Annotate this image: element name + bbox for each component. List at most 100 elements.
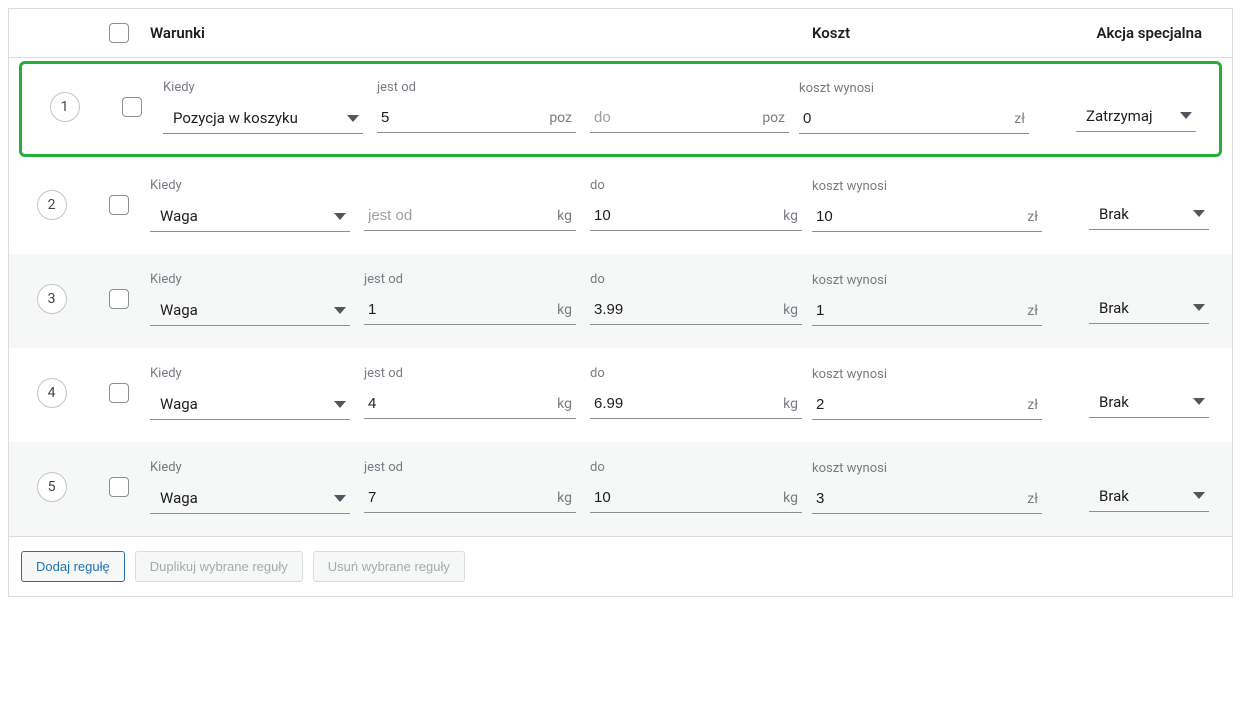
- from-unit: kg: [557, 396, 572, 412]
- chevron-down-icon: [334, 401, 346, 408]
- action-dropdown[interactable]: Brak: [1089, 293, 1209, 324]
- cost-input-wrap[interactable]: zł: [812, 390, 1042, 420]
- from-input[interactable]: [381, 109, 543, 126]
- when-dropdown[interactable]: Waga: [150, 389, 350, 420]
- from-input-wrap[interactable]: kg: [364, 201, 576, 231]
- from-input-wrap[interactable]: kg: [364, 483, 576, 513]
- rule-checkbox[interactable]: [109, 195, 129, 215]
- cost-input-wrap[interactable]: zł: [799, 104, 1029, 134]
- when-label: Kiedy: [150, 272, 350, 287]
- add-rule-button[interactable]: Dodaj regułę: [21, 551, 125, 582]
- header-action: Akcja specjalna: [1062, 24, 1232, 42]
- from-input[interactable]: [368, 489, 551, 506]
- rule-row: 2 Kiedy Waga kg: [9, 160, 1232, 254]
- cost-input[interactable]: [816, 396, 1021, 413]
- to-input-wrap[interactable]: kg: [590, 483, 802, 513]
- cost-unit: zł: [1027, 397, 1038, 413]
- to-unit: kg: [783, 396, 798, 412]
- to-input[interactable]: [594, 395, 777, 412]
- header-conditions: Warunki: [144, 24, 812, 42]
- rule-number-badge: 4: [37, 378, 67, 408]
- to-unit: kg: [783, 302, 798, 318]
- action-value: Brak: [1099, 393, 1129, 411]
- table-header: Warunki Koszt Akcja specjalna: [9, 9, 1232, 58]
- to-input-wrap[interactable]: poz: [590, 103, 789, 133]
- chevron-down-icon: [1193, 304, 1205, 311]
- rule-row: 4 Kiedy Waga jest od kg: [9, 348, 1232, 442]
- to-input[interactable]: [594, 207, 777, 224]
- chevron-down-icon: [1193, 210, 1205, 217]
- cost-input[interactable]: [816, 302, 1021, 319]
- rule-checkbox[interactable]: [109, 289, 129, 309]
- to-label: [590, 80, 789, 95]
- from-input-wrap[interactable]: kg: [364, 295, 576, 325]
- cost-unit: zł: [1027, 491, 1038, 507]
- cost-label: koszt wynosi: [812, 273, 1042, 288]
- when-dropdown[interactable]: Pozycja w koszyku: [163, 103, 363, 134]
- from-input[interactable]: [368, 207, 551, 224]
- cost-label: koszt wynosi: [812, 367, 1042, 382]
- rule-number-badge: 2: [37, 190, 67, 220]
- to-unit: kg: [783, 208, 798, 224]
- duplicate-rules-button[interactable]: Duplikuj wybrane reguły: [135, 551, 303, 582]
- from-unit: poz: [549, 110, 572, 126]
- to-input-wrap[interactable]: kg: [590, 295, 802, 325]
- to-input[interactable]: [594, 489, 777, 506]
- when-dropdown[interactable]: Waga: [150, 295, 350, 326]
- from-input[interactable]: [368, 301, 551, 318]
- cost-input[interactable]: [816, 208, 1021, 225]
- rule-row: 3 Kiedy Waga jest od kg: [9, 254, 1232, 348]
- action-value: Zatrzymaj: [1086, 107, 1153, 125]
- rules-panel: Warunki Koszt Akcja specjalna 1 Kiedy Po…: [8, 8, 1233, 597]
- to-input[interactable]: [594, 109, 756, 126]
- when-dropdown[interactable]: Waga: [150, 201, 350, 232]
- cost-input[interactable]: [816, 490, 1021, 507]
- header-cost: Koszt: [812, 24, 1062, 42]
- rule-number-badge: 3: [37, 284, 67, 314]
- cost-unit: zł: [1014, 111, 1025, 127]
- cost-unit: zł: [1027, 209, 1038, 225]
- from-label: [364, 178, 576, 193]
- cost-input-wrap[interactable]: zł: [812, 202, 1042, 232]
- from-input-wrap[interactable]: kg: [364, 389, 576, 419]
- rule-number-badge: 5: [37, 472, 67, 502]
- rule-checkbox[interactable]: [109, 383, 129, 403]
- rule-checkbox[interactable]: [109, 477, 129, 497]
- action-value: Brak: [1099, 299, 1129, 317]
- action-value: Brak: [1099, 487, 1129, 505]
- rule-checkbox[interactable]: [122, 97, 142, 117]
- action-dropdown[interactable]: Brak: [1089, 387, 1209, 418]
- from-label: jest od: [364, 460, 576, 475]
- to-input-wrap[interactable]: kg: [590, 201, 802, 231]
- cost-unit: zł: [1027, 303, 1038, 319]
- chevron-down-icon: [334, 495, 346, 502]
- from-unit: kg: [557, 208, 572, 224]
- to-input-wrap[interactable]: kg: [590, 389, 802, 419]
- when-value: Waga: [160, 489, 198, 507]
- when-label: Kiedy: [150, 460, 350, 475]
- chevron-down-icon: [347, 115, 359, 122]
- to-unit: kg: [783, 490, 798, 506]
- to-input[interactable]: [594, 301, 777, 318]
- from-label: jest od: [364, 366, 576, 381]
- delete-rules-button[interactable]: Usuń wybrane reguły: [313, 551, 465, 582]
- action-dropdown[interactable]: Brak: [1089, 199, 1209, 230]
- when-value: Waga: [160, 207, 198, 225]
- to-label: do: [590, 366, 802, 381]
- cost-input-wrap[interactable]: zł: [812, 296, 1042, 326]
- when-value: Waga: [160, 395, 198, 413]
- cost-label: koszt wynosi: [812, 179, 1042, 194]
- when-dropdown[interactable]: Waga: [150, 483, 350, 514]
- cost-input[interactable]: [803, 110, 1008, 127]
- from-label: jest od: [364, 272, 576, 287]
- select-all-checkbox[interactable]: [109, 23, 129, 43]
- chevron-down-icon: [334, 213, 346, 220]
- from-unit: kg: [557, 490, 572, 506]
- action-dropdown[interactable]: Zatrzymaj: [1076, 101, 1196, 132]
- from-unit: kg: [557, 302, 572, 318]
- from-input-wrap[interactable]: poz: [377, 103, 576, 133]
- action-dropdown[interactable]: Brak: [1089, 481, 1209, 512]
- chevron-down-icon: [334, 307, 346, 314]
- from-input[interactable]: [368, 395, 551, 412]
- cost-input-wrap[interactable]: zł: [812, 484, 1042, 514]
